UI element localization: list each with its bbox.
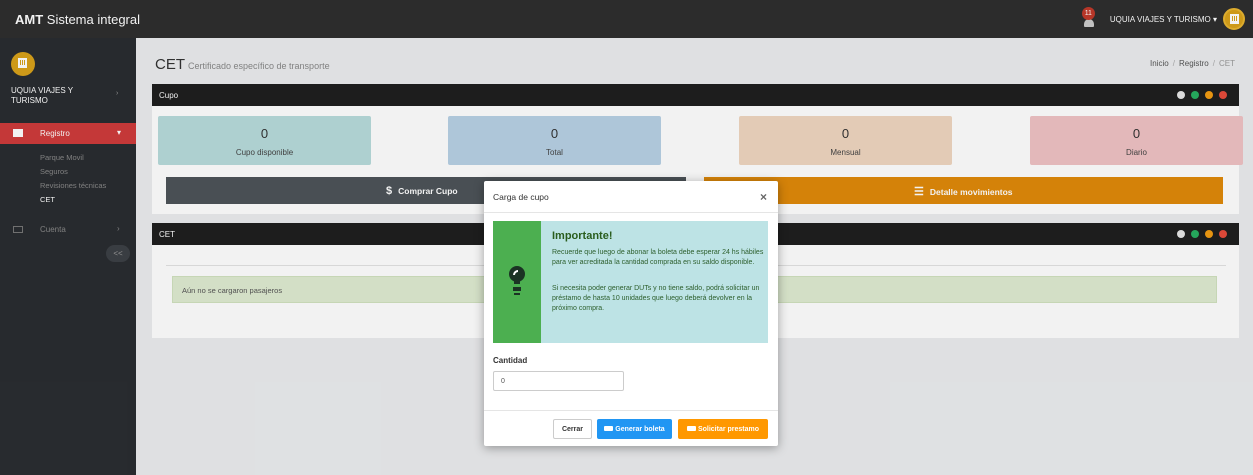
cantidad-input[interactable]: [493, 371, 624, 391]
cerrar-button[interactable]: Cerrar: [553, 419, 592, 439]
generar-boleta-label: Generar boleta: [615, 425, 665, 433]
ticket-icon: [604, 426, 614, 432]
handshake-icon: [686, 426, 696, 432]
divider: [484, 212, 778, 213]
carga-cupo-modal: Carga de cupo × Importante! Recuerde que…: [484, 181, 778, 446]
divider: [484, 410, 778, 411]
info-callout-side: [493, 221, 541, 343]
lightbulb-base: [513, 287, 521, 291]
lightbulb-shine: [513, 270, 518, 275]
info-paragraph: Si necesita poder generar DUTs y no tien…: [552, 285, 760, 312]
info-paragraph: Recuerde que luego de abonar la boleta d…: [552, 249, 764, 266]
modal-title: Carga de cupo: [493, 192, 549, 202]
lightbulb-base: [514, 293, 520, 295]
generar-boleta-button[interactable]: Generar boleta: [597, 419, 672, 439]
info-title: Importante!: [552, 230, 613, 242]
cantidad-label: Cantidad: [493, 356, 528, 365]
modal-close-button[interactable]: ×: [760, 190, 767, 204]
info-callout: Importante! Recuerde que luego de abonar…: [493, 221, 768, 343]
solicitar-prestamo-label: Solicitar prestamo: [697, 425, 760, 433]
solicitar-prestamo-button[interactable]: Solicitar prestamo: [678, 419, 768, 439]
